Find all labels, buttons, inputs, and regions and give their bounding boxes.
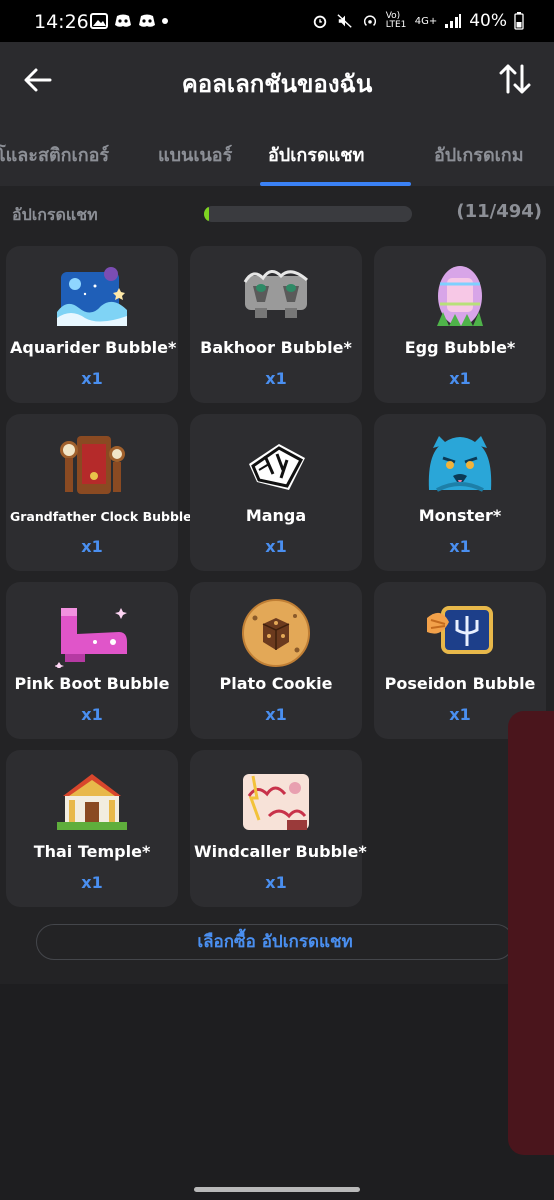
item-name: Aquarider Bubble*	[10, 338, 177, 357]
status-time: 14:26	[34, 11, 89, 33]
item-card[interactable]: Thai Temple* x1	[6, 750, 178, 907]
cookie-icon	[242, 599, 310, 667]
item-card[interactable]: Windcaller Bubble* x1	[190, 750, 367, 907]
tab-emoji-stickers[interactable]: โและสติกเกอร์	[0, 140, 109, 169]
item-name: Grandfather Clock Bubble*	[10, 509, 199, 524]
thai-temple-icon	[57, 774, 127, 830]
item-quantity: x1	[449, 537, 471, 556]
alarm-icon	[313, 15, 326, 29]
tab-banners[interactable]: แบนเนอร์	[158, 140, 232, 169]
item-quantity: x1	[265, 873, 287, 892]
volte-label: Vo) LTE1	[385, 11, 407, 30]
progress-bar-fill	[204, 206, 209, 222]
home-indicator[interactable]	[194, 1187, 360, 1192]
shop-chat-upgrades-button[interactable]: เลือกซื้อ อัปเกรดแชท	[36, 924, 514, 960]
grandfather-clock-icon	[60, 436, 125, 494]
battery-icon	[514, 12, 524, 30]
item-quantity: x1	[265, 369, 287, 388]
app-bar: คอลเลกชันของฉัน	[0, 42, 554, 118]
bakhoor-icon	[243, 270, 308, 318]
item-name: Manga	[245, 506, 307, 525]
item-quantity: x1	[81, 369, 103, 388]
item-quantity: x1	[449, 369, 471, 388]
tab-game-upgrades[interactable]: อัปเกรดเกม	[434, 140, 524, 169]
item-card[interactable]: Manga x1	[190, 414, 362, 571]
battery-percent: 40%	[469, 11, 507, 31]
item-card[interactable]: Grandfather Clock Bubble* x1	[6, 414, 199, 571]
progress-count: (11/494)	[456, 201, 542, 222]
item-name: Plato Cookie	[219, 674, 333, 693]
item-card[interactable]: Egg Bubble* x1	[374, 246, 546, 403]
item-card[interactable]: Plato Cookie x1	[190, 582, 362, 739]
system-icons: Vo) LTE1 4G+ 40%	[311, 11, 524, 31]
gallery-icon	[90, 13, 108, 29]
hotspot-icon	[363, 15, 376, 26]
discord-icon	[115, 14, 131, 27]
item-quantity: x1	[81, 537, 103, 556]
discord-icon	[139, 14, 155, 27]
item-name: Bakhoor Bubble*	[200, 338, 352, 357]
item-quantity: x1	[265, 705, 287, 724]
sort-button[interactable]	[498, 60, 532, 98]
item-name: Windcaller Bubble*	[194, 842, 367, 861]
mute-icon	[337, 14, 352, 28]
item-name: Monster*	[418, 506, 502, 525]
sort-arrows-icon	[499, 64, 531, 94]
item-quantity: x1	[265, 537, 287, 556]
page-title: คอลเลกชันของฉัน	[181, 70, 373, 98]
item-name: Egg Bubble*	[404, 338, 516, 357]
network-label: 4G+	[414, 15, 438, 27]
item-quantity: x1	[81, 873, 103, 892]
side-overlay-panel[interactable]	[508, 711, 554, 1155]
manga-icon	[249, 444, 305, 490]
progress-bar	[204, 206, 412, 222]
item-card[interactable]: Aquarider Bubble* x1	[6, 246, 178, 403]
dot-icon	[162, 18, 168, 24]
item-card[interactable]: Bakhoor Bubble* x1	[190, 246, 362, 403]
aquarider-icon	[57, 267, 127, 326]
collection-tabs: โและสติกเกอร์ แบนเนอร์ อัปเกรดแชท อัปเกร…	[0, 118, 554, 186]
monster-icon	[428, 436, 492, 492]
item-name: Pink Boot Bubble	[14, 674, 170, 693]
item-quantity: x1	[81, 705, 103, 724]
item-name: Poseidon Bubble	[384, 674, 536, 693]
collection-progress: อัปเกรดแชท (11/494)	[0, 186, 554, 238]
tab-chat-upgrades[interactable]: อัปเกรดแชท	[268, 140, 364, 169]
egg-icon	[437, 266, 483, 326]
item-card[interactable]: Monster* x1	[374, 414, 546, 571]
notification-icons	[90, 13, 168, 29]
pink-boot-icon	[55, 608, 127, 668]
progress-label: อัปเกรดแชท	[12, 205, 98, 224]
item-card[interactable]: Pink Boot Bubble x1	[6, 582, 178, 739]
windcaller-icon	[243, 774, 309, 830]
poseidon-icon	[427, 606, 493, 654]
signal-icon	[445, 14, 462, 28]
items-panel: Aquarider Bubble* x1 Bakhoor Bubble* x1	[0, 238, 554, 984]
status-bar: 14:26 Vo) LTE1 4G+ 40%	[0, 0, 554, 42]
item-name: Thai Temple*	[33, 842, 151, 861]
